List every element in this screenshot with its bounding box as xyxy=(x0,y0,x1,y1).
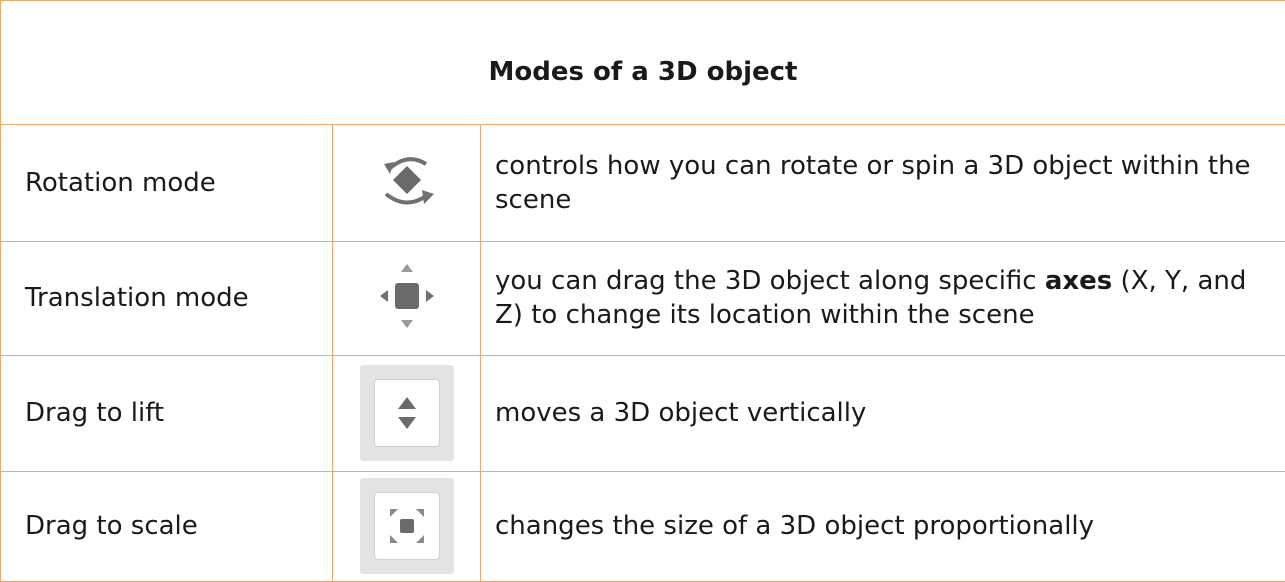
mode-description: you can drag the 3D object along specifi… xyxy=(479,241,1285,356)
mode-label: Drag to scale xyxy=(0,470,333,582)
mode-description: controls how you can rotate or spin a 3D… xyxy=(479,124,1285,243)
mode-label: Drag to lift xyxy=(0,354,333,472)
mode-description: changes the size of a 3D object proporti… xyxy=(479,470,1285,582)
translation-mode-icon xyxy=(377,261,437,335)
drag-to-lift-icon xyxy=(359,365,454,462)
drag-to-scale-icon xyxy=(359,478,454,575)
mode-description: moves a 3D object vertically xyxy=(479,354,1285,472)
table-row: Translation mode you can drag the 3D obj… xyxy=(0,241,1285,356)
mode-label: Rotation mode xyxy=(0,124,333,243)
table-row: Rotation mode controls how you can rotat… xyxy=(0,124,1285,243)
table-row: Drag to lift moves a 3D object verticall… xyxy=(0,354,1285,472)
modes-table: Modes of a 3D object Rotation mode contr… xyxy=(0,0,1285,582)
rotation-mode-icon xyxy=(376,150,438,216)
mode-label: Translation mode xyxy=(0,241,333,356)
table-row: Drag to scale changes the size of a 3D o… xyxy=(0,470,1285,582)
table-title: Modes of a 3D object xyxy=(0,0,1285,126)
